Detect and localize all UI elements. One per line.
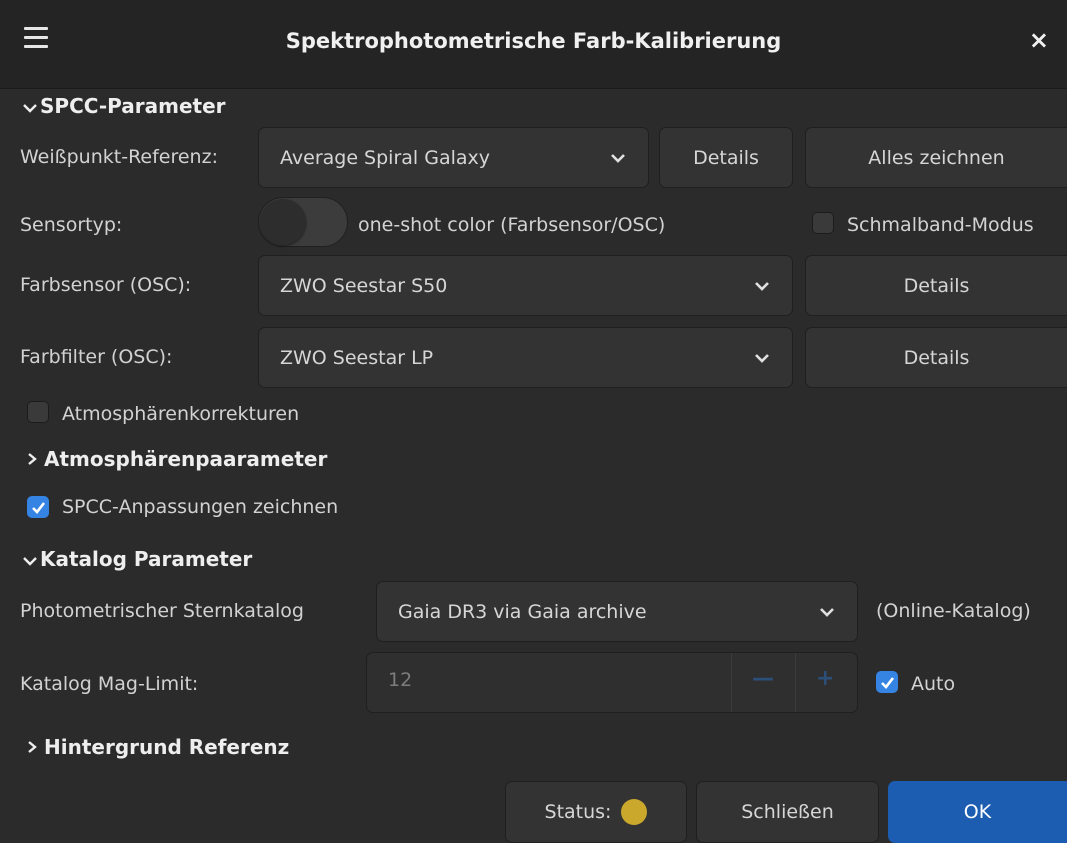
osc-filter-details-button[interactable]: Details [805, 327, 1067, 388]
checkmark-icon [881, 677, 895, 689]
auto-label: Auto [911, 673, 956, 695]
chevron-down-icon [820, 607, 834, 617]
section-label: Hintergrund Referenz [44, 735, 290, 759]
section-label: Atmosphärenpaarameter [44, 447, 328, 471]
status-label: Status: [544, 801, 612, 823]
divider [731, 653, 732, 712]
checkmark-icon [32, 502, 46, 514]
status-led-icon [621, 799, 648, 825]
section-label: Katalog Parameter [40, 547, 253, 571]
osc-filter-label: Farbfilter (OSC): [20, 346, 173, 368]
section-spcc-parameter[interactable]: SPCC-Parameter [22, 94, 226, 118]
sensor-type-value: one-shot color (Farbsensor/OSC) [358, 214, 666, 236]
maglimit-value: 12 [388, 669, 413, 691]
narrowband-label: Schmalband-Modus [847, 214, 1034, 236]
whitepoint-dropdown[interactable]: Average Spiral Galaxy [258, 127, 649, 188]
whitepoint-value: Average Spiral Galaxy [280, 146, 491, 169]
photometric-catalog-label: Photometrischer Sternkatalog [20, 600, 304, 622]
chevron-down-icon [755, 353, 769, 363]
whitepoint-label: Weißpunkt-Referenz: [20, 146, 218, 168]
chevron-right-icon [26, 739, 44, 758]
osc-sensor-value: ZWO Seestar S50 [280, 274, 448, 297]
chevron-down-icon [611, 153, 625, 163]
whitepoint-details-button[interactable]: Details [659, 127, 793, 188]
divider [795, 653, 796, 712]
narrowband-checkbox[interactable] [812, 212, 834, 234]
section-catalog-parameter[interactable]: Katalog Parameter [22, 547, 252, 571]
section-label: SPCC-Parameter [40, 94, 226, 118]
photometric-catalog-value: Gaia DR3 via Gaia archive [398, 600, 647, 623]
plot-fits-label: SPCC-Anpassungen zeichnen [62, 496, 339, 518]
osc-sensor-label: Farbsensor (OSC): [20, 274, 192, 296]
maglimit-spinbutton[interactable]: 12 — + [366, 652, 858, 713]
chevron-down-icon [755, 281, 769, 291]
close-icon[interactable]: × [1029, 26, 1049, 54]
photometric-catalog-dropdown[interactable]: Gaia DR3 via Gaia archive [376, 581, 858, 642]
maglimit-label: Katalog Mag-Limit: [20, 673, 199, 695]
osc-filter-value: ZWO Seestar LP [280, 346, 434, 369]
close-button[interactable]: Schließen [696, 781, 879, 843]
auto-checkbox[interactable] [876, 671, 898, 693]
osc-filter-dropdown[interactable]: ZWO Seestar LP [258, 327, 793, 388]
osc-sensor-details-button[interactable]: Details [805, 255, 1067, 316]
section-atmos-parameter[interactable]: Atmosphärenpaarameter [26, 447, 327, 471]
sensor-type-label: Sensortyp: [20, 214, 123, 236]
chevron-down-icon [22, 98, 40, 117]
sensor-type-switch[interactable] [258, 197, 348, 247]
switch-knob [260, 199, 306, 245]
ok-button[interactable]: OK [888, 781, 1067, 843]
chevron-down-icon [22, 551, 40, 570]
online-catalog-label: (Online-Katalog) [876, 600, 1031, 622]
section-background-reference[interactable]: Hintergrund Referenz [26, 735, 289, 759]
atmos-corr-label: Atmosphärenkorrekturen [62, 403, 300, 425]
chevron-right-icon [26, 451, 44, 470]
status-button[interactable]: Status: [505, 781, 687, 843]
title-bar: Spektrophotometrische Farb-Kalibrierung … [0, 0, 1067, 89]
osc-sensor-dropdown[interactable]: ZWO Seestar S50 [258, 255, 793, 316]
atmos-corr-checkbox[interactable] [27, 401, 49, 423]
plot-all-button[interactable]: Alles zeichnen [805, 127, 1067, 188]
plot-fits-checkbox[interactable] [27, 496, 49, 518]
window-title: Spektrophotometrische Farb-Kalibrierung [285, 29, 782, 53]
increment-icon[interactable]: + [816, 666, 834, 691]
decrement-icon[interactable]: — [752, 666, 774, 691]
